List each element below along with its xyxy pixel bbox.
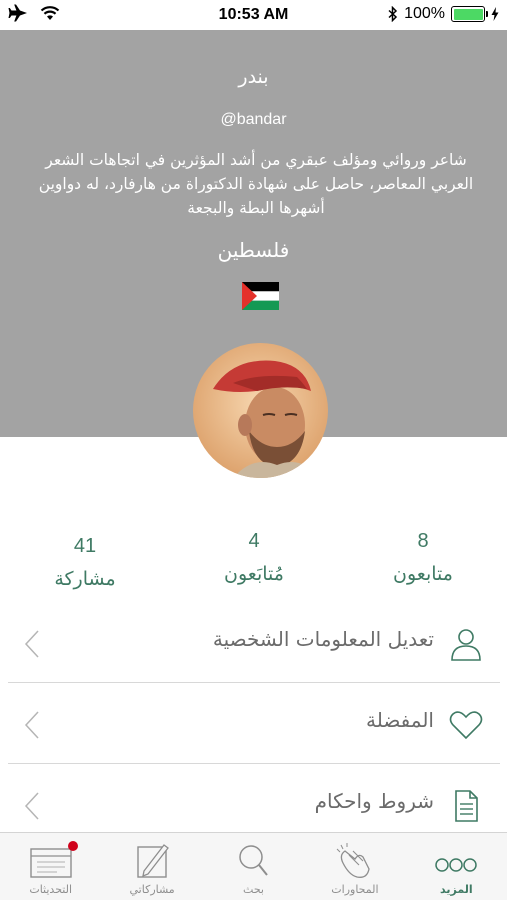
pen-icon <box>137 844 170 878</box>
avatar-image <box>193 343 328 478</box>
battery-icon <box>451 6 488 22</box>
profile-handle: @bandar <box>220 111 287 128</box>
tab-label: بحث <box>243 883 264 896</box>
menu-label: المفضلة <box>365 708 434 732</box>
chevron-left-icon <box>24 711 39 739</box>
tab-more[interactable]: المزيد <box>406 833 507 900</box>
tab-label: مشاركاتي <box>129 883 175 896</box>
menu-row-favorites[interactable]: المفضلة <box>8 684 500 764</box>
profile-bio: شاعر وروائي ومؤلف عبقري من أشد المؤثرين … <box>38 151 474 217</box>
stat-followers[interactable]: 8 متابعون <box>363 530 483 585</box>
stat-label: متابعون <box>393 563 453 585</box>
avatar[interactable] <box>193 343 328 478</box>
chevron-left-icon <box>24 630 39 658</box>
stat-label: مُتابَعون <box>224 563 284 585</box>
stat-following[interactable]: 4 مُتابَعون <box>194 530 314 585</box>
tab-search[interactable]: بحث <box>203 833 304 900</box>
more-dots-icon <box>435 858 478 872</box>
palestine-flag-icon <box>242 282 279 310</box>
search-icon <box>238 845 268 876</box>
tab-bar: التحديثات مشاركاتي بحث المحاورات المزيد <box>0 832 507 900</box>
stat-posts[interactable]: 41 مشاركة <box>25 535 145 590</box>
tab-label: التحديثات <box>29 883 73 896</box>
clapping-hands-icon <box>336 843 370 878</box>
bluetooth-icon <box>388 6 398 22</box>
menu-label: شروط واحكام <box>314 789 434 813</box>
battery-fill <box>453 8 483 20</box>
charging-icon <box>491 7 499 21</box>
profile-country: فلسطين <box>217 238 290 262</box>
tab-updates[interactable]: التحديثات <box>0 833 101 900</box>
status-right: 100% <box>388 5 499 23</box>
heart-icon <box>449 711 483 740</box>
user-icon <box>451 629 481 661</box>
stat-value: 4 <box>248 530 260 552</box>
tab-label: المحاورات <box>331 883 379 896</box>
profile-name: بندر <box>238 66 269 88</box>
menu-row-edit-profile[interactable]: تعديل المعلومات الشخصية <box>8 603 500 683</box>
stat-value: 41 <box>73 535 97 557</box>
document-icon <box>455 790 478 822</box>
notification-dot <box>68 841 78 851</box>
stat-label: مشاركة <box>54 568 116 590</box>
chevron-left-icon <box>24 792 39 820</box>
status-bar: 10:53 AM 100% <box>0 0 507 30</box>
menu-label: تعديل المعلومات الشخصية <box>212 627 434 651</box>
battery-percent: 100% <box>404 5 445 22</box>
tab-label: المزيد <box>440 883 473 896</box>
tab-dialogues[interactable]: المحاورات <box>304 833 405 900</box>
tab-my-posts[interactable]: مشاركاتي <box>101 833 202 900</box>
stat-value: 8 <box>417 530 429 552</box>
